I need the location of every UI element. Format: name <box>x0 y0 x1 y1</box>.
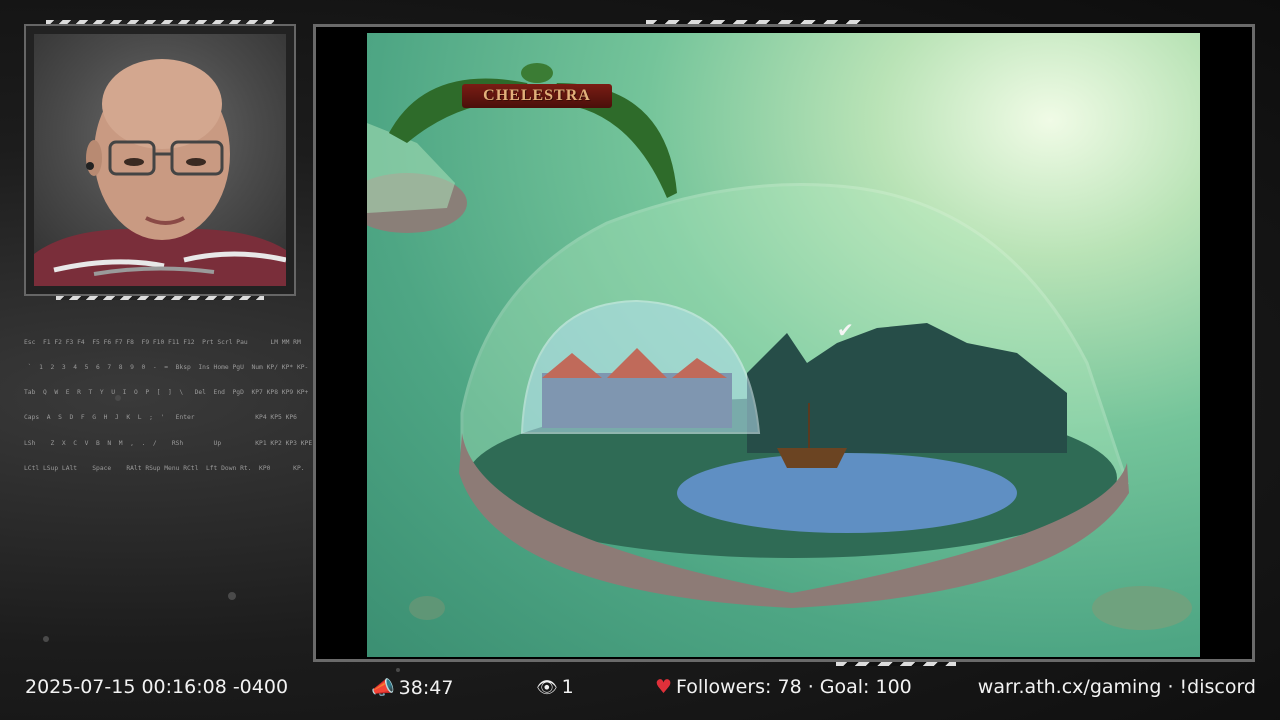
keyboard-row: Esc F1 F2 F3 F4 F5 F6 F7 F8 F9 F10 F11 F… <box>24 338 301 346</box>
viewers-display: 👁 1 <box>536 676 574 698</box>
stream-datetime: 2025-07-15 00:16:08 -0400 <box>25 676 289 698</box>
followers-display: ♥ Followers: 78 · Goal: 100 <box>655 676 912 698</box>
keyboard-row: LCtl LSup LAlt Space RAlt RSup Menu RCtl… <box>24 464 305 472</box>
keyboard-row: Caps A S D F G H J K L ; ' Enter KP4 KP5… <box>24 414 297 422</box>
uptime-value: 38:47 <box>398 677 454 699</box>
bokeh-dot <box>396 668 400 672</box>
eye-icon: 👁 <box>536 678 558 698</box>
heart-icon: ♥ <box>655 676 673 698</box>
world-scene <box>367 63 1192 630</box>
keyboard-row: LSh Z X C V B N M , . / RSh Up KP1 KP2 K… <box>24 439 313 447</box>
frame-stripe <box>56 296 264 300</box>
webcam-video <box>34 34 286 286</box>
streamer-figure <box>34 59 286 286</box>
frame-stripe <box>836 662 956 666</box>
frame-stripe <box>646 20 866 24</box>
webcam-panel <box>24 20 296 300</box>
cursor-icon: ✔ <box>837 318 854 342</box>
uptime-display: 📣 38:47 <box>371 676 453 699</box>
megaphone-icon: 📣 <box>371 677 395 699</box>
bokeh-dot <box>43 636 49 642</box>
game-screen[interactable]: CHELESTRA ✔ <box>367 33 1200 657</box>
frame-stripe <box>46 20 274 24</box>
keyboard-row: ` 1 2 3 4 5 6 7 8 9 0 - = Bksp Ins Home … <box>24 364 309 372</box>
game-logo: CHELESTRA <box>462 84 612 108</box>
followers-value: Followers: 78 · Goal: 100 <box>676 676 912 698</box>
viewers-value: 1 <box>561 676 574 698</box>
keyboard-overlay: Esc F1 F2 F3 F4 F5 F6 F7 F8 F9 F10 F11 F… <box>24 322 313 482</box>
bokeh-dot <box>228 592 236 600</box>
game-capture-panel: CHELESTRA ✔ <box>313 20 1255 666</box>
keyboard-row: Tab Q W E R T Y U I O P [ ] \ Del End Pg… <box>24 389 309 397</box>
stream-links: warr.ath.cx/gaming · !discord <box>977 676 1256 698</box>
